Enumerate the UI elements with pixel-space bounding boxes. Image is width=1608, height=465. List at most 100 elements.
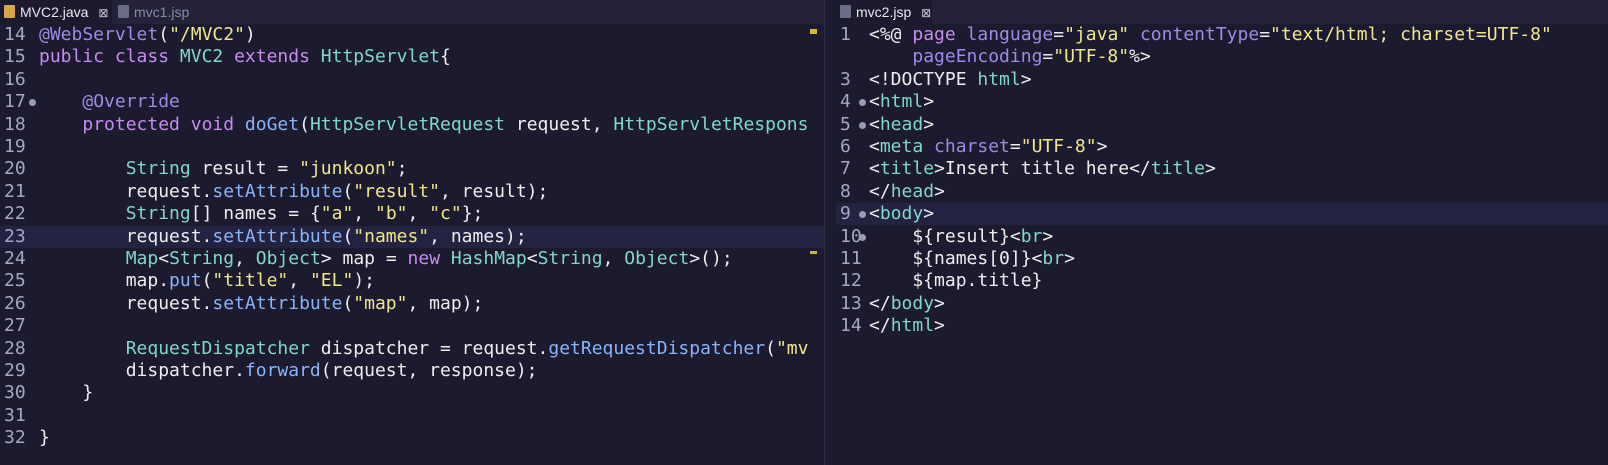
code-line[interactable]: 29 dispatcher.forward(request, response)…	[0, 360, 824, 382]
code-line[interactable]: 18 protected void doGet(HttpServletReque…	[0, 114, 824, 136]
code-text: <%@ page language="java" contentType="te…	[869, 24, 1552, 45]
jsp-file-icon	[840, 5, 851, 18]
jsp-code-area[interactable]: 1 <%@ page language="java" contentType="t…	[836, 24, 1608, 465]
code-line[interactable]: 26 request.setAttribute("map", map);	[0, 293, 824, 315]
line-number: 26	[4, 292, 26, 314]
code-line[interactable]: 15 public class MVC2 extends HttpServlet{	[0, 46, 824, 68]
fold-marker-icon[interactable]	[859, 211, 866, 219]
code-line[interactable]: 21 request.setAttribute("result", result…	[0, 181, 824, 203]
code-line[interactable]: 23 request.setAttribute("names", names);	[0, 225, 824, 248]
code-line[interactable]: 20 String result = "junkoon";	[0, 158, 824, 180]
code-text: @Override	[82, 91, 180, 113]
tab-label: mvc2.jsp	[856, 4, 912, 20]
line-number: 7	[840, 158, 851, 180]
code-text: }	[39, 427, 50, 449]
code-line[interactable]: 25 map.put("title", "EL");	[0, 270, 824, 292]
code-line[interactable]: 1 <%@ page language="java" contentType="t…	[836, 24, 1608, 46]
code-text: <html>	[869, 91, 935, 113]
code-text: ${names[0]}<br>	[869, 248, 1075, 269]
tab-label: mvc1.jsp	[134, 4, 190, 20]
code-line[interactable]: 4 <html>	[836, 91, 1608, 113]
code-text: dispatcher.forward(request, response);	[39, 360, 538, 381]
line-number: 28	[4, 337, 26, 359]
line-number: 5	[840, 113, 851, 135]
code-text: request.setAttribute("result", result);	[39, 180, 549, 202]
line-number: 14	[840, 315, 862, 337]
code-text: request.setAttribute("names", names);	[39, 225, 527, 247]
line-number: 1	[840, 24, 851, 45]
code-line[interactable]: 28 RequestDispatcher dispatcher = reques…	[0, 338, 824, 360]
tab-label: MVC2.java	[20, 4, 89, 20]
code-text: Map<String, Object> map = new HashMap<St…	[125, 248, 733, 269]
fold-marker-icon[interactable]	[859, 121, 866, 129]
code-text: String[] names = {"a", "b", "c"};	[125, 203, 484, 225]
code-line[interactable]: 30 }	[0, 382, 824, 404]
code-text: ${result}<br>	[869, 225, 1054, 247]
code-text: <body>	[869, 203, 935, 225]
line-number: 25	[4, 270, 26, 292]
line-number: 13	[840, 292, 862, 314]
fold-marker-icon[interactable]	[859, 233, 866, 241]
editor-tab-bar: mvc2.jsp ⊠	[836, 0, 1608, 24]
code-line[interactable]: 14 @WebServlet("/MVC2")	[0, 24, 824, 46]
line-number: 3	[840, 68, 851, 90]
line-number: 27	[4, 315, 26, 337]
line-number: 23	[4, 225, 26, 247]
code-line[interactable]: pageEncoding="UTF-8"%>	[836, 46, 1608, 68]
code-line[interactable]: 6 <meta charset="UTF-8">	[836, 136, 1608, 158]
tab-mvc2-jsp[interactable]: mvc2.jsp ⊠	[836, 0, 932, 24]
code-line[interactable]: 11 ${names[0]}<br>	[836, 248, 1608, 270]
code-line[interactable]: 3 <!DOCTYPE html>	[836, 69, 1608, 91]
code-line[interactable]: 27	[0, 315, 824, 337]
close-icon[interactable]: ⊠	[921, 6, 931, 20]
code-text: <!DOCTYPE html>	[869, 68, 1032, 90]
code-line[interactable]: 22 String[] names = {"a", "b", "c"};	[0, 203, 824, 225]
java-code-area[interactable]: 14 @WebServlet("/MVC2") 15 public class MVC…	[0, 24, 824, 465]
code-text: </html>	[869, 315, 945, 337]
line-number: 22	[4, 203, 26, 225]
code-text: String result = "junkoon";	[125, 158, 408, 180]
code-line[interactable]: 9 <body>	[836, 203, 1608, 226]
line-number: 9	[840, 203, 851, 225]
code-line[interactable]: 7 <title>Insert title here</title>	[836, 158, 1608, 180]
code-line[interactable]: 10 ${result}<br>	[836, 226, 1608, 248]
line-number: 14	[4, 24, 26, 45]
code-text: public class MVC2 extends HttpServlet{	[39, 46, 451, 68]
jsp-editor-pane[interactable]: mvc2.jsp ⊠ 1 <%@ page language="java" con…	[836, 0, 1608, 465]
line-number: 29	[4, 360, 26, 381]
fold-marker-icon[interactable]	[859, 99, 866, 107]
tab-mvc2-java[interactable]: MVC2.java ⊠	[0, 0, 112, 24]
tab-mvc1-jsp[interactable]: mvc1.jsp	[114, 0, 210, 24]
code-line[interactable]: 14 </html>	[836, 315, 1608, 337]
code-text: RequestDispatcher dispatcher = request.g…	[125, 337, 809, 359]
overview-ruler-mark	[810, 251, 817, 254]
line-number: 32	[4, 427, 26, 449]
line-number: 24	[4, 248, 26, 269]
fold-marker-icon[interactable]	[29, 99, 36, 107]
code-text: request.setAttribute("map", map);	[39, 292, 484, 314]
code-line[interactable]: 17 @Override	[0, 91, 824, 113]
code-line[interactable]: 31	[0, 405, 824, 427]
code-text: map.put("title", "EL");	[39, 270, 375, 292]
code-text: </head>	[869, 180, 945, 202]
jsp-file-icon	[118, 5, 129, 18]
code-text: ${map.title}	[869, 270, 1043, 292]
line-number: 4	[840, 91, 851, 113]
code-line[interactable]: 32}	[0, 427, 824, 449]
code-text: <head>	[869, 113, 935, 135]
java-editor-pane[interactable]: MVC2.java ⊠ mvc1.jsp 14 @WebServlet("/MVC…	[0, 0, 824, 465]
line-number: 17	[4, 91, 26, 113]
line-number: 11	[840, 248, 862, 269]
line-number: 16	[4, 68, 26, 90]
code-text: @WebServlet("/MVC2")	[39, 24, 256, 45]
code-line[interactable]: 12 ${map.title}	[836, 270, 1608, 292]
code-line[interactable]: 13 </body>	[836, 293, 1608, 315]
code-line[interactable]: 16	[0, 69, 824, 91]
code-line[interactable]: 5 <head>	[836, 114, 1608, 136]
code-text: <meta charset="UTF-8">	[869, 136, 1108, 157]
close-icon[interactable]: ⊠	[98, 6, 108, 20]
line-number: 19	[4, 136, 26, 157]
code-line[interactable]: 19	[0, 136, 824, 158]
code-line[interactable]: 8 </head>	[836, 181, 1608, 203]
code-line[interactable]: 24 Map<String, Object> map = new HashMap…	[0, 248, 824, 270]
